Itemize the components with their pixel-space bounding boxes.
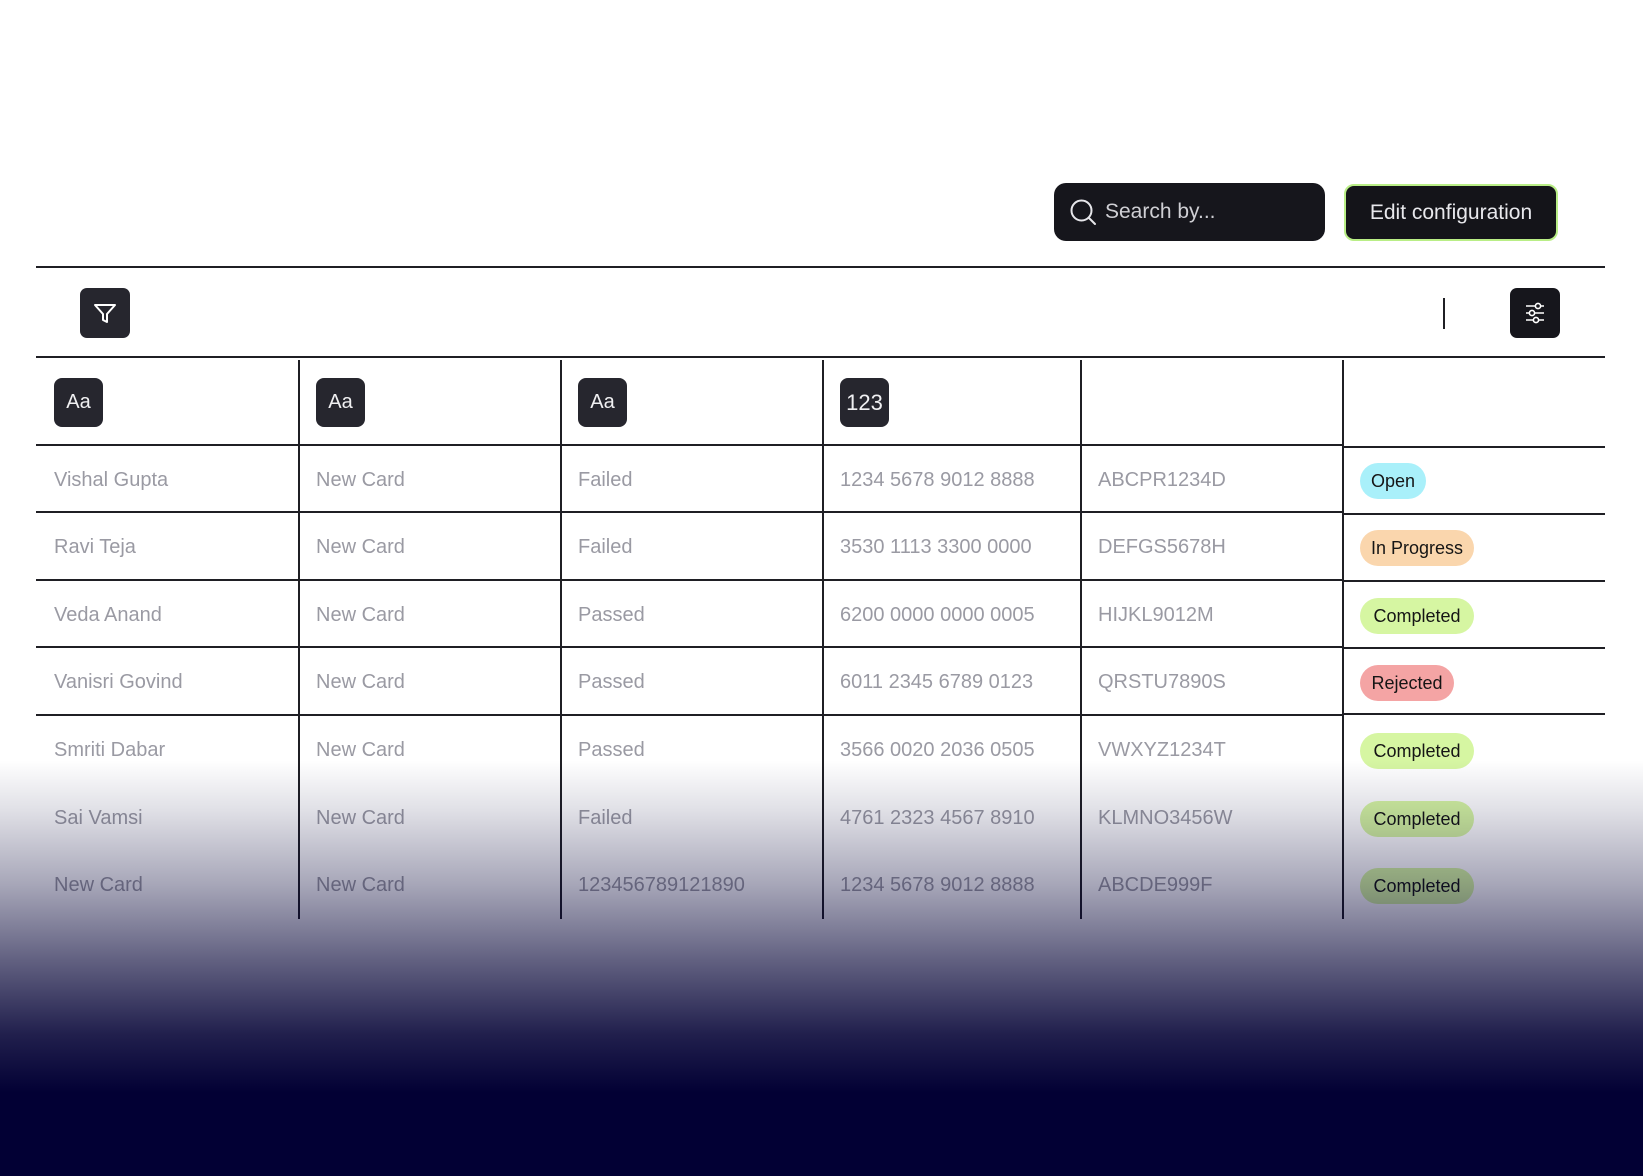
column-settings-button[interactable] xyxy=(1510,288,1560,338)
verification-cell: Failed xyxy=(578,536,633,558)
status-badge: Completed xyxy=(1360,598,1474,634)
pan-code-cell: KLMNO3456W xyxy=(1098,807,1233,829)
card-type-cell: New Card xyxy=(316,604,405,626)
pan-code-cell: VWXYZ1234T xyxy=(1098,739,1226,761)
card-number-cell: 1234 5678 9012 8888 xyxy=(840,874,1035,896)
card-type-cell: New Card xyxy=(316,739,405,761)
card-type-cell: New Card xyxy=(316,807,405,829)
pan-code-cell: ABCDE999F xyxy=(1098,874,1213,896)
row-divider xyxy=(36,714,1342,716)
verification-cell: Passed xyxy=(578,671,645,693)
row-divider xyxy=(1343,513,1605,515)
toolbar-divider-top xyxy=(36,266,1605,268)
card-type-cell: New Card xyxy=(316,536,405,558)
pan-code-cell: HIJKL9012M xyxy=(1098,604,1214,626)
search-input[interactable] xyxy=(1105,200,1305,224)
name-cell: Smriti Dabar xyxy=(54,739,166,761)
table-top-border xyxy=(36,356,1605,358)
toolbar-separator xyxy=(1443,298,1445,329)
card-number-cell: 3566 0020 2036 0505 xyxy=(840,739,1035,761)
name-cell: New Card xyxy=(54,874,143,896)
pan-code-cell: ABCPR1234D xyxy=(1098,469,1226,491)
filter-button[interactable] xyxy=(80,288,130,338)
verification-cell: Passed xyxy=(578,739,645,761)
card-number-cell: 3530 1113 3300 0000 xyxy=(840,536,1032,558)
search-box[interactable] xyxy=(1054,183,1325,241)
filter-icon xyxy=(94,304,116,323)
search-icon xyxy=(1070,199,1096,225)
pan-code-cell: DEFGS5678H xyxy=(1098,536,1226,558)
column-type-number-chip[interactable]: 123 xyxy=(840,378,889,427)
status-badge: Open xyxy=(1360,463,1426,499)
row-divider xyxy=(36,444,1342,446)
card-type-cell: New Card xyxy=(316,874,405,896)
edit-configuration-button[interactable]: Edit configuration xyxy=(1344,184,1558,241)
data-table-screen: Edit configuration Aa Aa Aa 123 Vishal G… xyxy=(0,0,1643,1176)
row-divider xyxy=(36,511,1342,513)
verification-cell: Failed xyxy=(578,807,633,829)
verification-cell: 123456789121890 xyxy=(578,874,745,896)
row-divider xyxy=(36,579,1342,581)
card-type-cell: New Card xyxy=(316,469,405,491)
status-badge: Completed xyxy=(1360,801,1474,837)
status-badge: Completed xyxy=(1360,733,1474,769)
row-divider xyxy=(1343,713,1605,715)
name-cell: Ravi Teja xyxy=(54,536,136,558)
verification-cell: Failed xyxy=(578,469,633,491)
card-type-cell: New Card xyxy=(316,671,405,693)
column-type-text-chip[interactable]: Aa xyxy=(578,378,627,427)
pan-code-cell: QRSTU7890S xyxy=(1098,671,1226,693)
card-number-cell: 6200 0000 0000 0005 xyxy=(840,604,1035,626)
verification-cell: Passed xyxy=(578,604,645,626)
column-type-text-chip[interactable]: Aa xyxy=(54,378,103,427)
row-divider xyxy=(1343,446,1605,448)
card-number-cell: 6011 2345 6789 0123 xyxy=(840,671,1034,693)
card-number-cell: 1234 5678 9012 8888 xyxy=(840,469,1035,491)
card-number-cell: 4761 2323 4567 8910 xyxy=(840,807,1035,829)
row-divider xyxy=(36,646,1342,648)
row-divider xyxy=(1343,580,1605,582)
status-badge: In Progress xyxy=(1360,530,1474,566)
status-badge: Completed xyxy=(1360,868,1474,904)
column-divider xyxy=(1342,360,1344,919)
sliders-icon xyxy=(1526,302,1544,324)
row-divider xyxy=(1343,647,1605,649)
column-type-text-chip[interactable]: Aa xyxy=(316,378,365,427)
name-cell: Sai Vamsi xyxy=(54,807,143,829)
status-badge: Rejected xyxy=(1360,665,1454,701)
name-cell: Veda Anand xyxy=(54,604,162,626)
name-cell: Vishal Gupta xyxy=(54,469,169,491)
name-cell: Vanisri Govind xyxy=(54,671,183,693)
